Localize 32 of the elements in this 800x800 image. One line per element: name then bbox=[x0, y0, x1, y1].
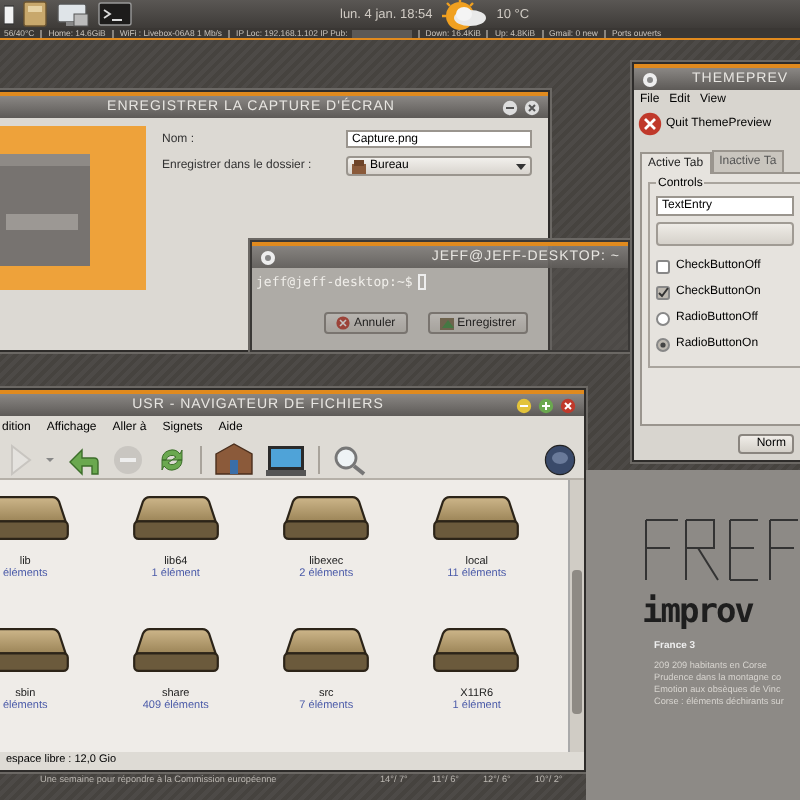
close-icon[interactable] bbox=[524, 99, 540, 115]
cancel-icon bbox=[335, 316, 350, 330]
checkbox[interactable] bbox=[656, 259, 670, 273]
reload-icon[interactable] bbox=[156, 443, 188, 475]
dropdown-caret-icon[interactable] bbox=[46, 457, 54, 461]
window-icon[interactable] bbox=[4, 1, 14, 27]
home-icon[interactable] bbox=[214, 442, 254, 476]
window-menu-icon[interactable] bbox=[260, 249, 276, 265]
monitor-icon[interactable] bbox=[56, 0, 90, 28]
weather-sun-cloud-icon bbox=[440, 0, 489, 30]
window-menu-icon[interactable] bbox=[642, 71, 658, 87]
desk-icon bbox=[352, 159, 366, 173]
terminal-icon[interactable] bbox=[98, 0, 132, 28]
computer-icon[interactable] bbox=[266, 443, 306, 475]
minimize-icon[interactable] bbox=[502, 99, 518, 115]
minimize-icon[interactable] bbox=[516, 397, 532, 413]
radio-button[interactable] bbox=[656, 337, 670, 351]
search-icon[interactable] bbox=[332, 443, 366, 475]
dropdown-arrow-icon bbox=[516, 163, 526, 169]
maximize-icon[interactable] bbox=[538, 397, 554, 413]
checkbox[interactable] bbox=[656, 285, 670, 299]
radio-button[interactable] bbox=[656, 311, 670, 325]
logo-text: improv bbox=[642, 592, 755, 632]
scrollbar[interactable] bbox=[568, 480, 584, 752]
close-icon[interactable] bbox=[560, 397, 576, 413]
archive-icon[interactable] bbox=[22, 0, 48, 28]
save-icon bbox=[439, 316, 454, 330]
up-arrow-icon[interactable] bbox=[66, 443, 100, 475]
blurred-ip bbox=[351, 29, 412, 37]
text-cursor bbox=[418, 274, 427, 290]
globe-icon[interactable] bbox=[544, 443, 576, 475]
close-icon bbox=[638, 112, 662, 136]
